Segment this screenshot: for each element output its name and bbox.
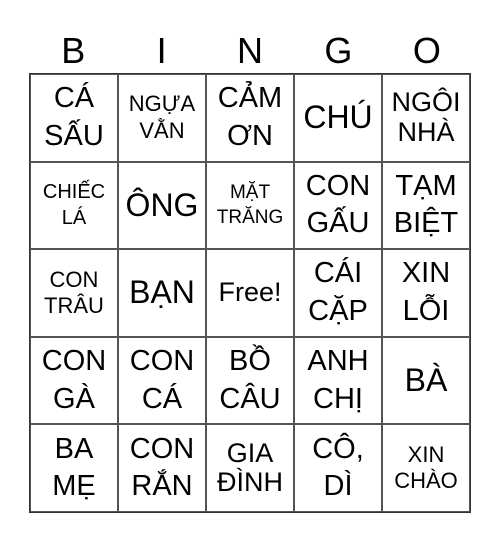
bingo-cell[interactable]: TẠM BIỆT: [382, 161, 470, 250]
bingo-cell[interactable]: CÔ, DÌ: [294, 424, 382, 512]
bingo-cell-free[interactable]: Free!: [206, 249, 294, 337]
header-letter-g: G: [324, 30, 353, 71]
bingo-cell[interactable]: ÔNG: [118, 161, 206, 250]
bingo-cell[interactable]: CON GÀ: [30, 336, 118, 425]
bingo-cell[interactable]: ANH CHỊ: [294, 336, 382, 425]
bingo-cell[interactable]: CHIẾC LÁ: [30, 161, 118, 250]
bingo-cell[interactable]: BỒ CÂU: [206, 336, 294, 425]
bingo-cell[interactable]: CÁI CẶP: [294, 249, 382, 337]
header-letter-n: N: [237, 30, 264, 71]
bingo-cell[interactable]: NGÔI NHÀ: [382, 74, 470, 162]
bingo-grid: CÁ SẤU NGỰA VẰN CẢM ƠN CHÚ NGÔI NHÀ CHIẾ…: [29, 73, 471, 513]
bingo-cell[interactable]: BÀ: [382, 336, 470, 425]
header-letter-o: O: [412, 30, 441, 71]
bingo-cell[interactable]: CON CÁ: [118, 336, 206, 425]
bingo-cell[interactable]: BẠN: [118, 249, 206, 337]
bingo-cell[interactable]: XIN CHÀO: [382, 424, 470, 512]
bingo-cell[interactable]: CẢM ƠN: [206, 74, 294, 162]
header-letter-i: I: [156, 30, 167, 71]
bingo-cell[interactable]: NGỰA VẰN: [118, 74, 206, 162]
bingo-cell[interactable]: CÁ SẤU: [30, 74, 118, 162]
header-letter-b: B: [61, 30, 86, 71]
bingo-cell[interactable]: BA MẸ: [30, 424, 118, 512]
bingo-cell[interactable]: CON TRÂU: [30, 249, 118, 337]
bingo-cell[interactable]: CON GẤU: [294, 161, 382, 250]
bingo-header: B I N G O: [29, 28, 471, 73]
bingo-cell[interactable]: MẶT TRĂNG: [206, 161, 294, 250]
bingo-cell[interactable]: CHÚ: [294, 74, 382, 162]
bingo-cell[interactable]: XIN LỖI: [382, 249, 470, 337]
bingo-cell[interactable]: CON RẮN: [118, 424, 206, 512]
bingo-cell[interactable]: GIA ĐÌNH: [206, 424, 294, 512]
